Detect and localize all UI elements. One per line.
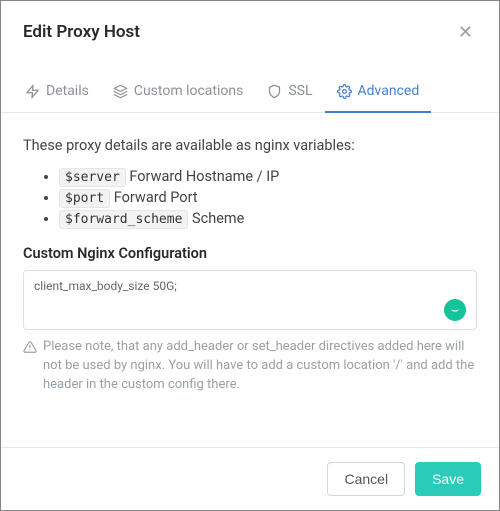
settings-icon <box>337 84 352 99</box>
tab-content-advanced: These proxy details are available as ngi… <box>1 113 499 399</box>
save-button[interactable]: Save <box>415 462 481 496</box>
tab-bar: Details Custom locations SSL Advanced <box>1 73 499 113</box>
tab-advanced[interactable]: Advanced <box>325 73 432 113</box>
code-var: $forward_scheme <box>59 210 188 229</box>
dialog-header: Edit Proxy Host ✕ <box>1 1 499 61</box>
var-desc: Forward Hostname / IP <box>129 168 279 185</box>
info-note: Please note, that any add_header or set_… <box>23 338 477 395</box>
warning-icon <box>23 340 37 354</box>
var-desc: Scheme <box>192 210 244 227</box>
custom-nginx-config-field[interactable]: ⌣ <box>23 270 477 330</box>
list-item: $server Forward Hostname / IP <box>59 168 477 185</box>
tab-custom-locations-label: Custom locations <box>134 83 244 99</box>
list-item: $port Forward Port <box>59 189 477 206</box>
dialog-footer: Cancel Save <box>1 447 499 510</box>
config-label: Custom Nginx Configuration <box>23 245 477 262</box>
close-icon: ✕ <box>458 22 473 42</box>
intro-text: These proxy details are available as ngi… <box>23 137 477 154</box>
dialog-title: Edit Proxy Host <box>23 22 140 42</box>
custom-nginx-config-input[interactable] <box>34 279 466 293</box>
code-var: $port <box>59 189 110 208</box>
tab-custom-locations[interactable]: Custom locations <box>101 73 256 113</box>
tab-details[interactable]: Details <box>13 73 101 113</box>
tab-ssl-label: SSL <box>288 83 312 99</box>
var-desc: Forward Port <box>114 189 198 206</box>
list-item: $forward_scheme Scheme <box>59 210 477 227</box>
info-note-text: Please note, that any add_header or set_… <box>43 338 477 395</box>
tab-ssl[interactable]: SSL <box>255 73 324 113</box>
layers-icon <box>113 84 128 99</box>
tab-details-label: Details <box>46 83 89 99</box>
tab-advanced-label: Advanced <box>358 83 420 99</box>
cancel-button[interactable]: Cancel <box>327 462 405 496</box>
grammarly-icon[interactable]: ⌣ <box>444 299 466 321</box>
close-button[interactable]: ✕ <box>454 19 477 45</box>
shield-icon <box>267 84 282 99</box>
code-var: $server <box>59 168 126 187</box>
nginx-variables-list: $server Forward Hostname / IP $port Forw… <box>23 168 477 227</box>
bolt-icon <box>25 84 40 99</box>
